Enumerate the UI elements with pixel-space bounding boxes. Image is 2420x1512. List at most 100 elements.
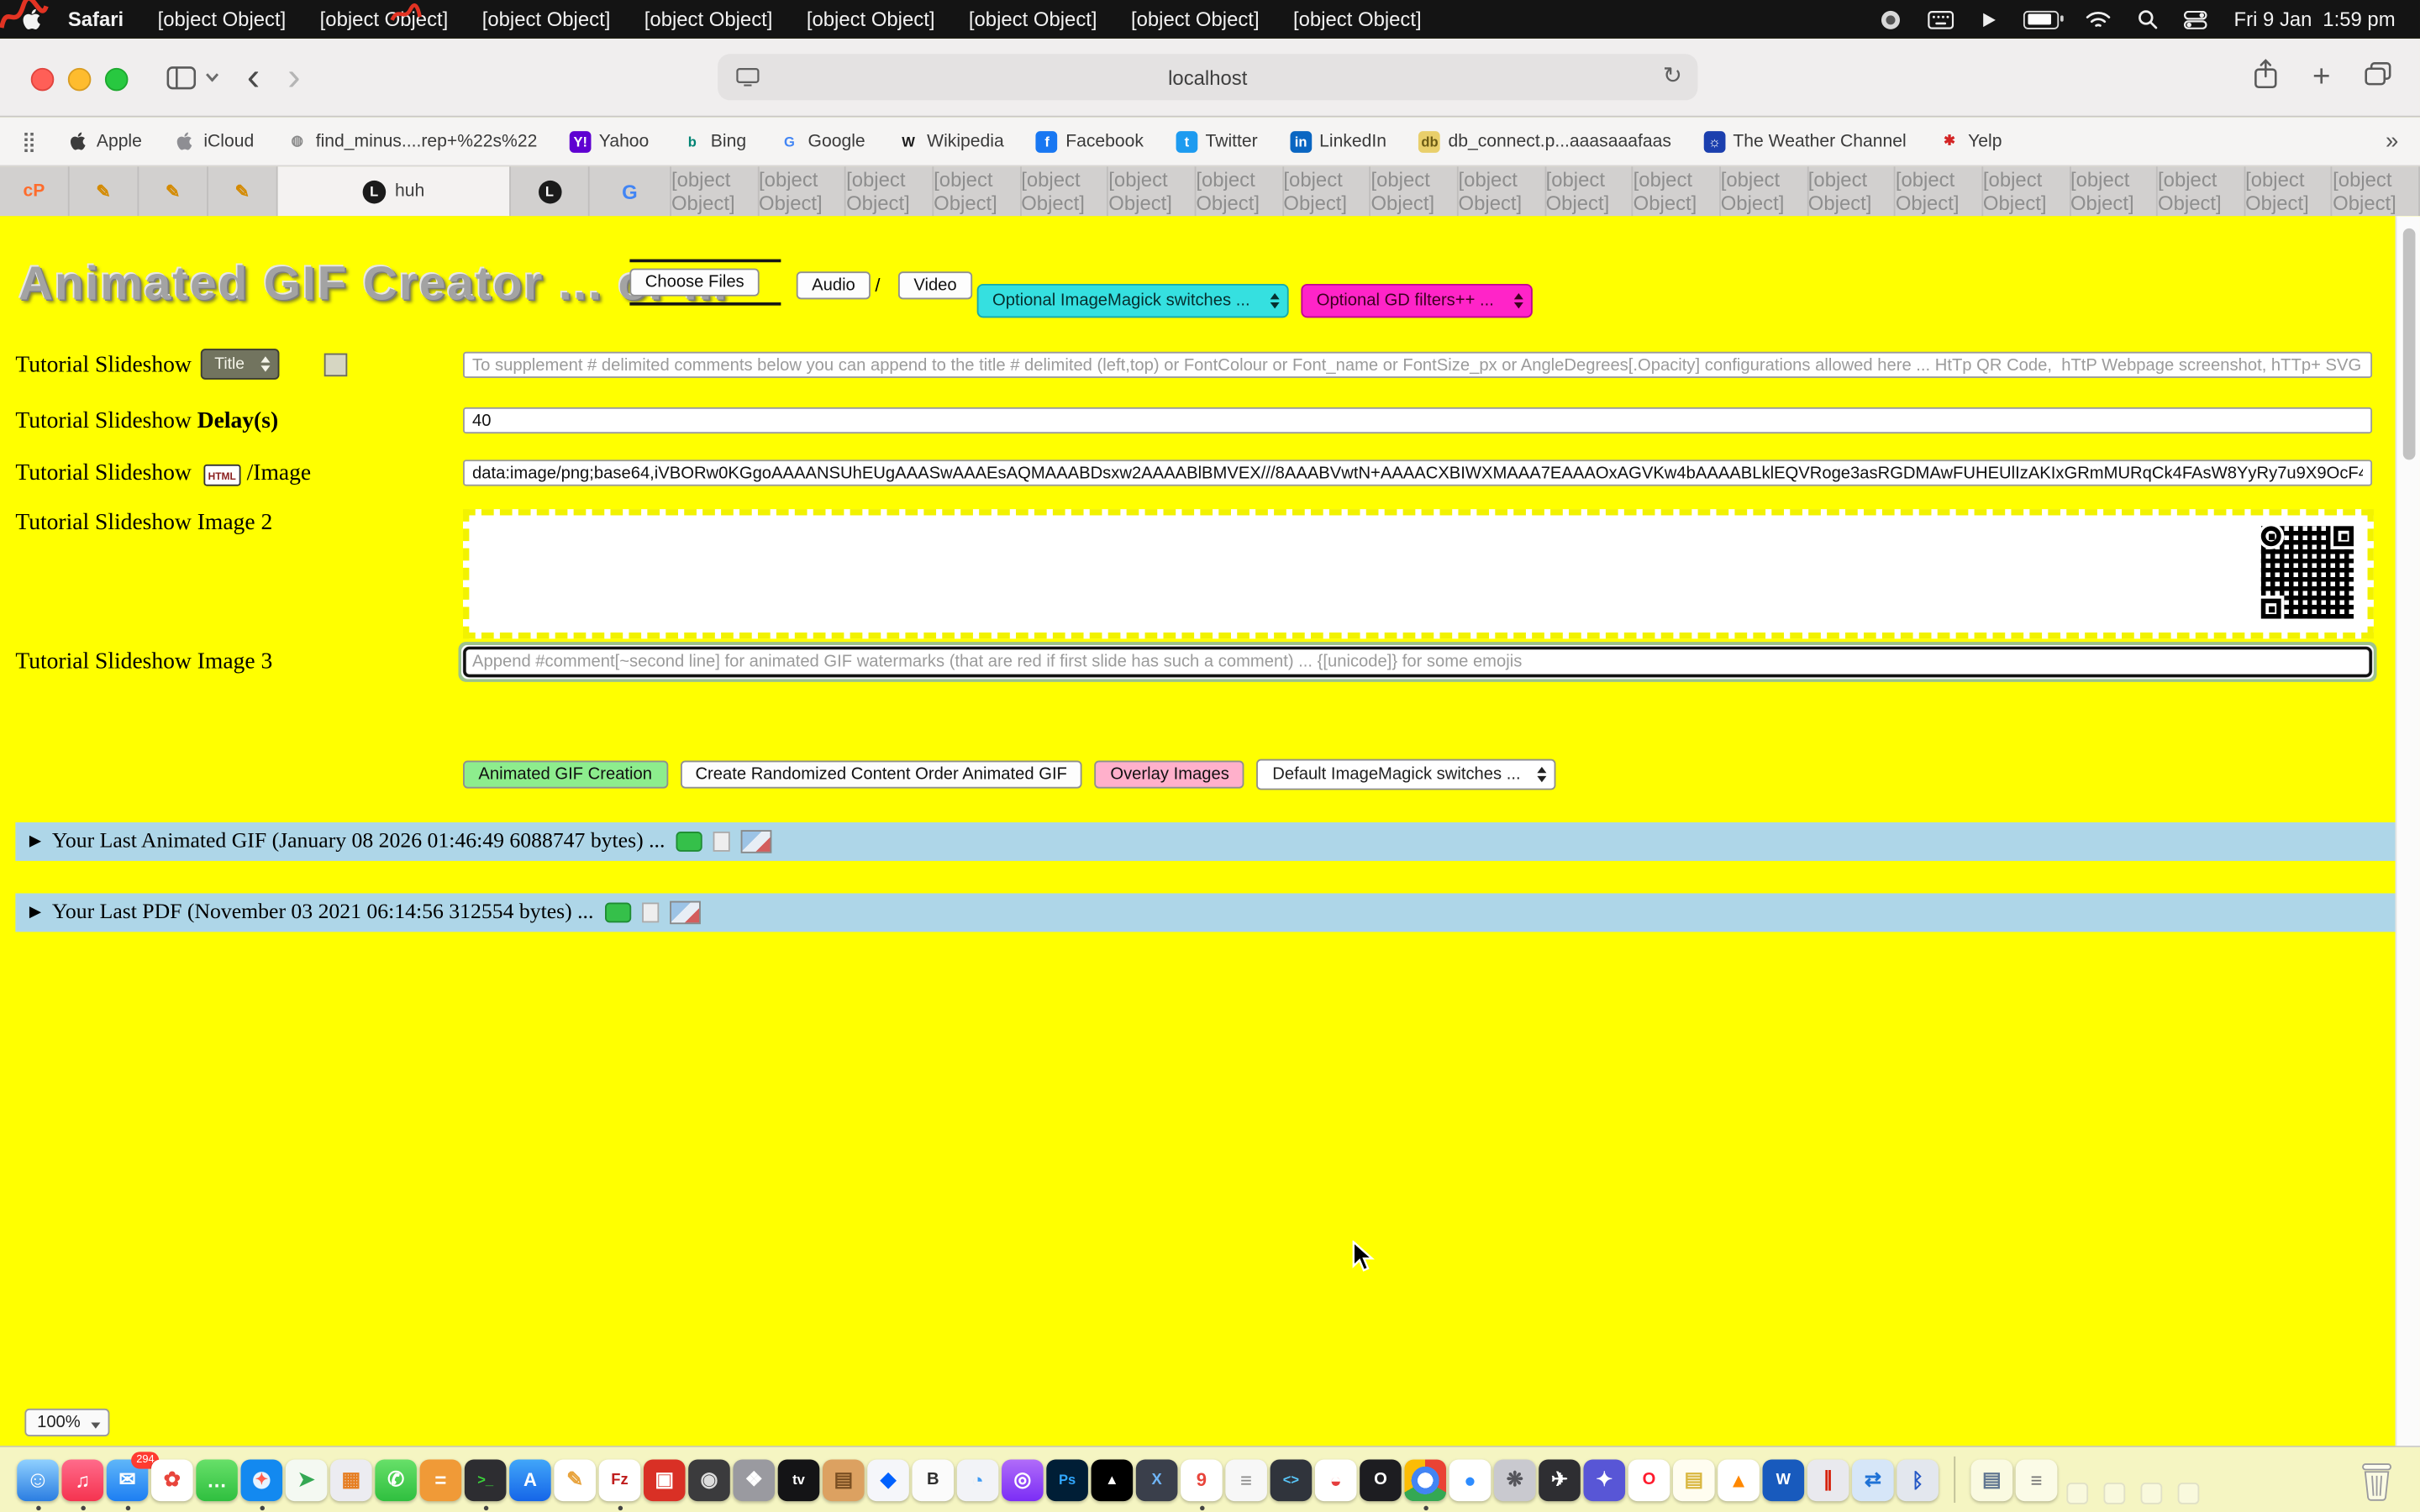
page-scrollbar-track[interactable] — [2396, 216, 2420, 1447]
minimized-window[interactable] — [2066, 1483, 2088, 1504]
dock-icon[interactable]: ▤ — [1673, 1459, 1715, 1501]
dock-icon[interactable]: ❖ — [733, 1459, 775, 1501]
dock-icon[interactable]: ◎ — [1002, 1459, 1044, 1501]
menu-item[interactable]: [object Object] — [466, 8, 628, 31]
favorite-item[interactable]: t Twitter — [1176, 130, 1258, 152]
bookmarks-grid-icon[interactable]: ⣿ — [22, 129, 37, 153]
collapsible-result-bar[interactable]: ▶ Your Last Animated GIF (January 08 202… — [15, 822, 2395, 861]
active-app-name[interactable]: Safari — [51, 8, 141, 31]
dock-icon[interactable]: ▣ — [644, 1459, 686, 1501]
menu-item[interactable]: [object Object] — [140, 8, 302, 31]
browser-tab[interactable]: [object Object] — [2245, 166, 2333, 216]
delay-input[interactable] — [463, 407, 2372, 433]
wifi-icon[interactable] — [2086, 10, 2112, 29]
dock-icon[interactable]: ∥ — [1807, 1459, 1849, 1501]
menu-item[interactable]: [object Object] — [302, 8, 465, 31]
animated-gif-creation-button[interactable]: Animated GIF Creation — [463, 761, 667, 789]
dock-icon[interactable] — [1404, 1459, 1446, 1501]
reload-button[interactable]: ↻ — [1663, 61, 1682, 89]
dock-icon[interactable]: ▲ — [1718, 1459, 1760, 1501]
browser-tab[interactable]: [object Object] — [1634, 166, 1721, 216]
dock-icon[interactable]: ✆ — [375, 1459, 417, 1501]
dock-icon[interactable]: ▤ — [823, 1459, 865, 1501]
browser-tab[interactable]: [object Object] — [759, 166, 846, 216]
browser-tab[interactable]: [object Object] — [1546, 166, 1634, 216]
dock-icon[interactable]: ➤ — [286, 1459, 328, 1501]
dock-icon[interactable]: ◒ — [1315, 1459, 1357, 1501]
browser-tab[interactable]: ✎ — [70, 166, 139, 216]
favorite-item[interactable]: W Wikipedia — [897, 130, 1003, 152]
dock-icon[interactable]: Ps — [1046, 1459, 1088, 1501]
dock-icon[interactable]: A — [509, 1459, 551, 1501]
favorite-item[interactable]: b Bing — [681, 130, 746, 152]
control-center-icon[interactable] — [2185, 10, 2208, 29]
dock-icon[interactable]: ♫ — [61, 1459, 103, 1501]
battery-icon[interactable] — [2024, 10, 2060, 29]
share-button[interactable] — [2254, 58, 2278, 97]
dock-icon[interactable]: ✎ — [554, 1459, 596, 1501]
browser-tab[interactable]: [object Object] — [934, 166, 1021, 216]
dock-stack-icon[interactable]: ▤ — [1971, 1459, 2013, 1501]
browser-tab[interactable]: [object Object] — [1283, 166, 1370, 216]
address-bar[interactable]: localhost ↻ — [718, 54, 1697, 100]
favorite-item[interactable]: ☼ The Weather Channel — [1703, 130, 1906, 152]
browser-tab[interactable]: [object Object] — [1370, 166, 1458, 216]
minimized-window[interactable] — [2141, 1483, 2163, 1504]
favorite-item[interactable]: ✱ Yelp — [1939, 130, 2002, 152]
gd-filters-select[interactable]: Optional GD filters++ ... — [1301, 284, 1532, 318]
video-button[interactable]: Video — [898, 271, 972, 299]
title-config-input[interactable] — [463, 352, 2372, 378]
imagemagick-switches-select[interactable]: Optional ImageMagick switches ... — [977, 284, 1289, 318]
trash-icon[interactable] — [2359, 1457, 2396, 1503]
minimized-window[interactable] — [2103, 1483, 2125, 1504]
browser-tab[interactable]: [object Object] — [2333, 166, 2420, 216]
browser-tab[interactable]: [object Object] — [1108, 166, 1196, 216]
audio-button[interactable]: Audio — [797, 271, 871, 299]
dock-icon[interactable]: <> — [1270, 1459, 1313, 1501]
watermark-comment-input[interactable] — [463, 647, 2372, 678]
new-tab-button[interactable]: + — [2312, 61, 2330, 92]
browser-tab[interactable]: [object Object] — [846, 166, 934, 216]
menu-item[interactable]: [object Object] — [1276, 8, 1439, 31]
browser-tab[interactable]: L — [511, 166, 590, 216]
browser-tab[interactable]: [object Object] — [1459, 166, 1546, 216]
browser-tab[interactable]: cP — [0, 166, 70, 216]
favorite-item[interactable]: G Google — [779, 130, 865, 152]
browser-tab[interactable]: G — [590, 166, 671, 216]
dock-icon[interactable]: ✉ 294 — [107, 1459, 149, 1501]
dock-icon[interactable]: ❋ — [1494, 1459, 1536, 1501]
dock-icon[interactable]: … — [196, 1459, 238, 1501]
favorite-item[interactable]: Apple — [67, 130, 142, 152]
title-select[interactable]: Title — [201, 349, 281, 380]
menu-item[interactable]: [object Object] — [952, 8, 1114, 31]
dock-icon[interactable]: = — [420, 1459, 462, 1501]
menu-bar-clock[interactable]: Fri 9 Jan 1:59 pm — [2234, 8, 2396, 31]
dock-icon[interactable]: ● — [1449, 1459, 1491, 1501]
page-scrollbar-thumb[interactable] — [2403, 228, 2416, 460]
favorite-item[interactable]: iCloud — [174, 130, 254, 152]
minimized-window[interactable] — [2178, 1483, 2200, 1504]
dock-icon[interactable]: ◆ — [867, 1459, 909, 1501]
dock-icon[interactable]: ▲ — [1092, 1459, 1134, 1501]
dock-icon[interactable]: W — [1763, 1459, 1805, 1501]
image-data-input[interactable] — [463, 459, 2372, 486]
page-zoom-select[interactable]: 100% — [24, 1409, 109, 1436]
spotlight-icon[interactable] — [2139, 9, 2159, 29]
overlay-images-button[interactable]: Overlay Images — [1095, 761, 1244, 789]
dock-icon[interactable]: ✈ — [1539, 1459, 1581, 1501]
keyboard-icon[interactable] — [1928, 10, 1954, 29]
browser-tab[interactable]: [object Object] — [1983, 166, 2070, 216]
default-switches-select[interactable]: Default ImageMagick switches ... — [1257, 759, 1556, 790]
dock-icon[interactable]: >_ — [465, 1459, 507, 1501]
dock-icon[interactable]: ▦ — [330, 1459, 372, 1501]
browser-tab[interactable]: [object Object] — [1021, 166, 1108, 216]
font-colour-swatch[interactable] — [324, 354, 348, 377]
dock-icon[interactable]: O — [1628, 1459, 1670, 1501]
dock-icon[interactable]: X — [1136, 1459, 1178, 1501]
menu-item[interactable]: [object Object] — [1114, 8, 1276, 31]
favorite-item[interactable]: ◍ find_minus....rep+%22s%22 — [287, 130, 537, 152]
browser-tab[interactable]: [object Object] — [2070, 166, 2158, 216]
tab-overview-button[interactable] — [2365, 61, 2392, 94]
menu-item[interactable]: [object Object] — [790, 8, 952, 31]
dock-icon[interactable]: ᛒ — [1897, 1459, 1939, 1501]
